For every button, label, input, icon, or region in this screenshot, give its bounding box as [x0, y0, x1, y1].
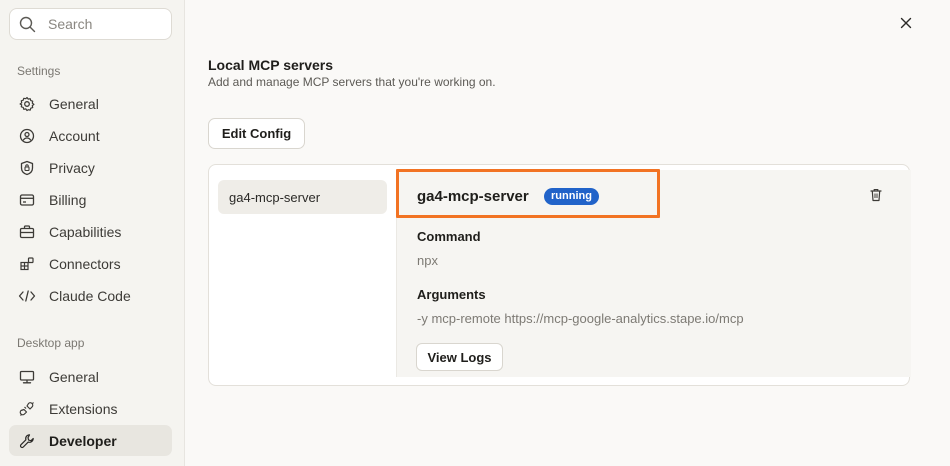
card-icon [18, 191, 36, 209]
close-button[interactable] [896, 13, 916, 33]
delete-server-button[interactable] [869, 187, 883, 203]
settings-section-title: Settings [17, 64, 61, 78]
wrench-icon [18, 432, 36, 450]
sidebar-item-extensions[interactable]: Extensions [9, 393, 172, 424]
shield-icon [18, 159, 36, 177]
settings-window: Settings General Account Privacy Billing [0, 0, 950, 466]
sidebar-item-label: Claude Code [49, 287, 131, 304]
search-icon [19, 16, 36, 32]
sidebar-item-label: Billing [49, 191, 87, 208]
sidebar-item-developer[interactable]: Developer [9, 425, 172, 456]
trash-icon [870, 189, 882, 202]
status-badge: running [544, 188, 599, 205]
sidebar-item-label: Privacy [49, 159, 95, 176]
sidebar-item-label: Developer [49, 432, 117, 449]
search-box[interactable] [9, 8, 172, 40]
arguments-value: -y mcp-remote https://mcp-google-analyti… [417, 311, 744, 326]
sidebar-item-desktop-general[interactable]: General [9, 361, 172, 392]
edit-config-button[interactable]: Edit Config [208, 118, 305, 149]
connectors-icon [18, 255, 36, 273]
search-input[interactable] [48, 16, 158, 32]
sidebar-item-claude-code[interactable]: Claude Code [9, 280, 172, 311]
command-value: npx [417, 253, 438, 268]
close-icon [900, 17, 912, 29]
sidebar-item-billing[interactable]: Billing [9, 184, 172, 215]
sidebar-item-general[interactable]: General [9, 88, 172, 119]
gear-icon [18, 95, 36, 113]
sidebar-item-capabilities[interactable]: Capabilities [9, 216, 172, 247]
sidebar: Settings General Account Privacy Billing [0, 0, 185, 466]
sidebar-item-label: Connectors [49, 255, 121, 272]
sidebar-item-account[interactable]: Account [9, 120, 172, 151]
mcp-servers-panel: ga4-mcp-server ga4-mcp-server running Co… [208, 164, 911, 386]
account-icon [18, 127, 36, 145]
page-subtitle: Add and manage MCP servers that you're w… [208, 75, 496, 89]
sidebar-item-label: Account [49, 127, 100, 144]
sidebar-item-label: General [49, 368, 99, 385]
server-list-item[interactable]: ga4-mcp-server [218, 180, 387, 214]
arguments-label: Arguments [417, 287, 486, 302]
command-label: Command [417, 229, 481, 244]
sidebar-item-label: General [49, 95, 99, 112]
monitor-icon [18, 368, 36, 386]
briefcase-icon [18, 223, 36, 241]
sidebar-item-privacy[interactable]: Privacy [9, 152, 172, 183]
code-icon [18, 287, 36, 305]
desktop-section-title: Desktop app [17, 336, 85, 350]
sidebar-item-connectors[interactable]: Connectors [9, 248, 172, 279]
sidebar-item-label: Extensions [49, 400, 118, 417]
view-logs-button[interactable]: View Logs [416, 343, 503, 371]
server-detail-name: ga4-mcp-server [417, 188, 529, 205]
page-title: Local MCP servers [208, 57, 334, 73]
sidebar-item-label: Capabilities [49, 223, 122, 240]
plug-icon [18, 400, 36, 418]
